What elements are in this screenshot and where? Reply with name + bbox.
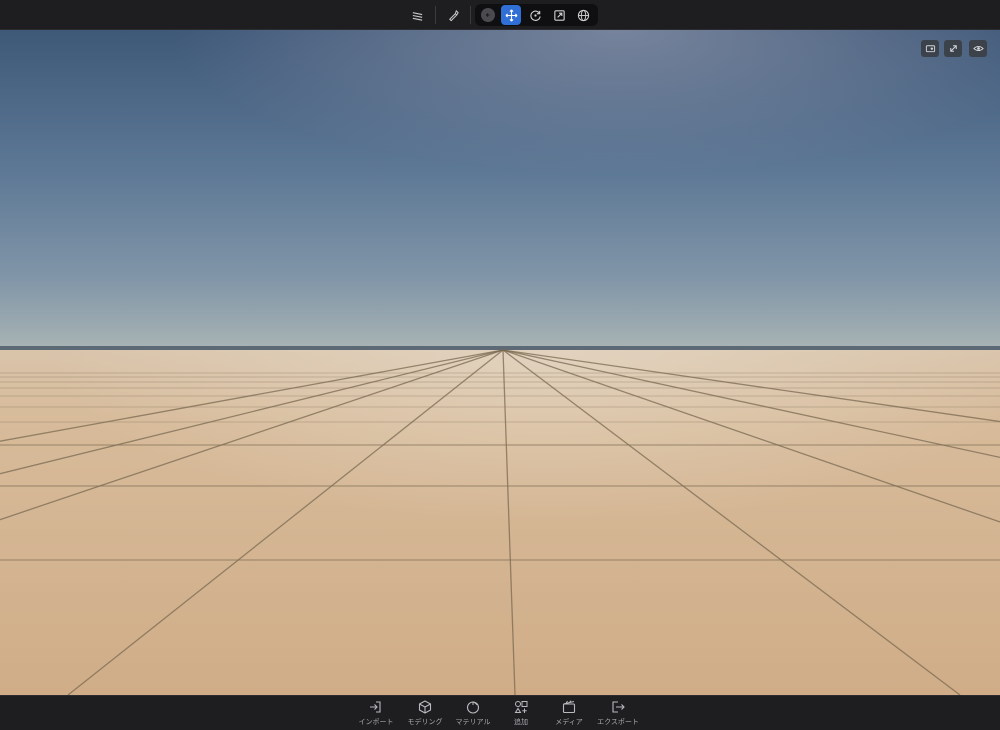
visibility-button[interactable]	[969, 40, 987, 57]
media-label: メディア	[555, 718, 583, 726]
top-toolbar	[0, 0, 1000, 30]
pen-tool-button[interactable]	[443, 5, 463, 25]
scene-render	[0, 30, 1000, 695]
expand-icon	[949, 45, 957, 52]
toolbar-divider	[470, 6, 471, 24]
export-button[interactable]: エクスポート	[588, 699, 648, 729]
import-label: インポート	[358, 718, 394, 726]
rotate-icon	[529, 10, 541, 21]
layers-icon	[412, 11, 422, 21]
export-label: エクスポート	[597, 718, 639, 726]
3d-viewport[interactable]	[0, 30, 1000, 695]
move-icon	[505, 9, 517, 21]
media-icon	[562, 700, 576, 714]
add-objects-label: 追加	[514, 718, 528, 726]
back-button[interactable]	[478, 5, 498, 25]
camera-button[interactable]	[921, 40, 939, 57]
world-space-button[interactable]	[573, 5, 593, 25]
export-icon	[612, 701, 625, 713]
cube-icon	[418, 700, 432, 714]
fullscreen-button[interactable]	[944, 40, 962, 57]
import-icon	[370, 701, 381, 713]
eye-icon	[972, 45, 984, 52]
camera-icon	[925, 45, 935, 53]
app-window: インポート モデリング マテリアル 追加 メディア エクスポート	[0, 0, 1000, 730]
layers-button[interactable]	[407, 5, 427, 25]
material-label: マテリアル	[455, 718, 491, 726]
bottom-toolbar: インポート モデリング マテリアル 追加 メディア エクスポート	[0, 695, 1000, 730]
back-icon	[481, 8, 495, 22]
scale-tool-button[interactable]	[549, 5, 569, 25]
pen-icon	[448, 9, 459, 21]
add-objects-icon	[514, 701, 528, 713]
scale-icon	[553, 9, 565, 21]
material-icon	[466, 701, 480, 714]
transform-tool-group	[475, 4, 598, 26]
rotate-tool-button[interactable]	[525, 5, 545, 25]
toolbar-divider	[435, 6, 436, 24]
globe-icon	[577, 9, 589, 21]
move-tool-button[interactable]	[501, 5, 521, 25]
modeling-label: モデリング	[407, 718, 443, 726]
